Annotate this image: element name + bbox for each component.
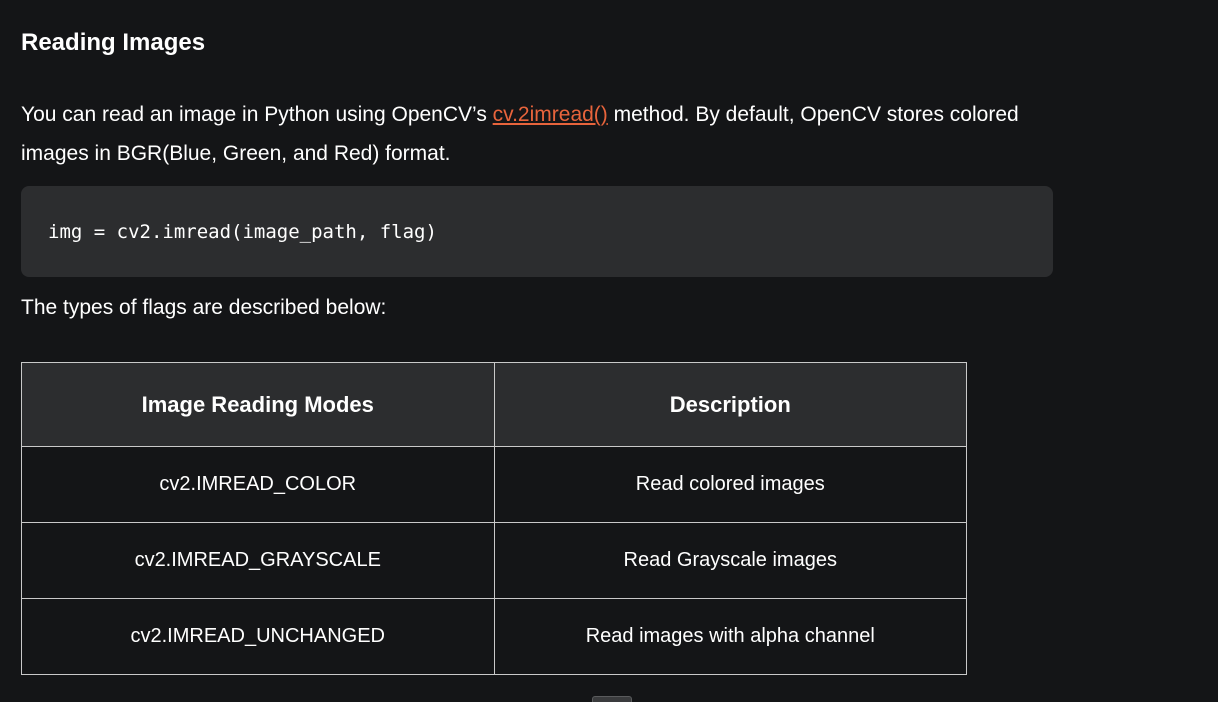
mode-cell: cv2.IMREAD_COLOR — [21, 446, 495, 523]
code-line: img = cv2.imread(image_path, flag) — [48, 220, 437, 243]
table-row: cv2.IMREAD_GRAYSCALE Read Grayscale imag… — [21, 522, 967, 599]
reading-modes-table: Image Reading Modes Description cv2.IMRE… — [21, 362, 967, 675]
article-page: Reading Images You can read an image in … — [0, 0, 1218, 702]
table-row: cv2.IMREAD_UNCHANGED Read images with al… — [21, 598, 967, 675]
description-cell: Read Grayscale images — [493, 522, 967, 599]
flags-intro-text: The types of flags are described below: — [21, 296, 387, 319]
description-cell: Read colored images — [493, 446, 967, 523]
description-cell: Read images with alpha channel — [493, 598, 967, 675]
header-image-reading-modes: Image Reading Modes — [21, 362, 495, 447]
code-block[interactable]: img = cv2.imread(image_path, flag) — [21, 186, 1053, 277]
table-row: cv2.IMREAD_COLOR Read colored images — [21, 446, 967, 523]
intro-text-before: You can read an image in Python using Op… — [21, 103, 493, 126]
mode-cell: cv2.IMREAD_GRAYSCALE — [21, 522, 495, 599]
intro-paragraph: You can read an image in Python using Op… — [21, 95, 1061, 173]
mode-cell: cv2.IMREAD_UNCHANGED — [21, 598, 495, 675]
imread-doc-link[interactable]: cv.2imread() — [493, 103, 608, 126]
header-description: Description — [493, 362, 967, 447]
table-header-row: Image Reading Modes Description — [21, 362, 967, 447]
section-heading: Reading Images — [21, 29, 206, 56]
scroll-control-button[interactable] — [592, 696, 632, 702]
